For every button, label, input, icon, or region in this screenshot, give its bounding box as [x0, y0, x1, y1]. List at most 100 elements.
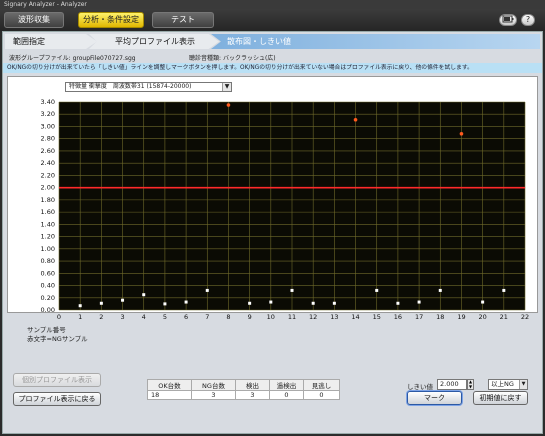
file-label: 波形グループファイル: [9, 55, 71, 62]
y-tick-label: 0.00 [41, 306, 55, 314]
x-tick-label: 21 [500, 313, 508, 321]
summary-value-row: 18 3 3 0 0 [147, 390, 340, 400]
feature-select[interactable]: 特徴量 衝撃度 周波数帯31 (15874-20000) ▼ [65, 82, 232, 92]
threshold-input[interactable]: 2.000 [437, 379, 467, 390]
sample-legend: サンプル番号 赤文字=NGサンプル [27, 326, 88, 344]
sample-number-label: サンプル番号 [27, 326, 66, 334]
x-tick-label: 9 [248, 313, 252, 321]
x-tick-label: 2 [99, 313, 103, 321]
ok-point[interactable] [417, 300, 421, 304]
y-tick-label: 2.40 [41, 159, 55, 167]
ng-legend-label: 赤文字=NGサンプル [27, 335, 88, 343]
y-tick-label: 2.20 [41, 171, 55, 179]
ok-point[interactable] [332, 301, 336, 305]
summary-value: 0 [303, 390, 340, 400]
threshold-stepper[interactable]: ▲ ▼ [467, 379, 474, 390]
top-tab-bar: 波形収集 分析・条件設定 テスト ? [0, 9, 545, 31]
x-tick-label: 16 [394, 313, 402, 321]
y-tick-label: 0.40 [41, 282, 55, 290]
y-tick-label: 1.00 [41, 245, 55, 253]
chevron-down-icon[interactable]: ▼ [468, 384, 473, 390]
chevron-down-icon[interactable]: ▼ [519, 380, 527, 389]
ok-point[interactable] [78, 304, 82, 308]
summary-header-row: OK台数 NG台数 検出 過検出 見逃し [147, 379, 340, 391]
ng-point[interactable] [459, 132, 464, 136]
sound-value: バックラッシュ(広) [222, 55, 276, 62]
back-to-profile-button[interactable]: プロファイル表示に戻る [13, 392, 101, 406]
y-tick-label: 2.80 [41, 135, 55, 143]
x-tick-label: 6 [184, 313, 188, 321]
ok-point[interactable] [290, 288, 294, 292]
tab-test[interactable]: テスト [152, 12, 214, 28]
app-window: Signary Analyzer - Analyzer 波形収集 分析・条件設定… [0, 0, 545, 436]
x-tick-label: 0 [57, 313, 61, 321]
x-tick-label: 5 [163, 313, 167, 321]
ok-point[interactable] [121, 298, 125, 302]
help-icon[interactable]: ? [521, 14, 535, 26]
y-tick-label: 0.80 [41, 257, 55, 265]
chevron-down-icon[interactable]: ▼ [222, 83, 231, 91]
summary-header: 検出 [235, 379, 270, 391]
summary-table: OK台数 NG台数 検出 過検出 見逃し 18 3 3 0 0 [147, 379, 340, 400]
battery-icon[interactable] [499, 14, 517, 26]
x-tick-label: 10 [267, 313, 275, 321]
summary-value: 3 [235, 390, 270, 400]
ok-point[interactable] [481, 300, 485, 304]
ok-point[interactable] [269, 300, 273, 304]
x-tick-label: 3 [120, 313, 124, 321]
ok-point[interactable] [205, 288, 209, 292]
main-panel: 範囲指定 平均プロファイル表示 散布図・しきい値 波形グループファイル: gro… [2, 31, 543, 434]
step-average-profile[interactable]: 平均プロファイル表示 [89, 34, 219, 49]
x-tick-label: 12 [309, 313, 317, 321]
ok-point[interactable] [311, 301, 315, 305]
file-info: 波形グループファイル: groupFile070727.sgg [9, 53, 136, 62]
x-tick-label: 20 [478, 313, 486, 321]
mark-button[interactable]: マーク [407, 391, 462, 405]
individual-profile-button[interactable]: 個別プロファイル表示 [13, 373, 101, 387]
ok-point[interactable] [163, 302, 167, 306]
ok-point[interactable] [375, 288, 379, 292]
x-tick-label: 22 [521, 313, 529, 321]
ok-point[interactable] [99, 301, 103, 305]
y-tick-label: 1.20 [41, 233, 55, 241]
y-tick-label: 1.60 [41, 208, 55, 216]
y-tick-label: 3.40 [41, 98, 55, 106]
x-tick-label: 14 [351, 313, 359, 321]
y-tick-label: 0.60 [41, 269, 55, 277]
threshold-mode-value: 以上NG [491, 380, 514, 388]
x-tick-label: 1 [78, 313, 82, 321]
summary-value: 0 [269, 390, 304, 400]
x-tick-label: 18 [436, 313, 444, 321]
reset-defaults-button[interactable]: 初期値に戻す [473, 391, 528, 405]
summary-value: 18 [147, 390, 192, 400]
x-tick-label: 4 [142, 313, 146, 321]
step-range[interactable]: 範囲指定 [5, 34, 97, 49]
ok-point[interactable] [438, 288, 442, 292]
ok-point[interactable] [248, 301, 252, 305]
x-tick-label: 8 [226, 313, 230, 321]
x-tick-label: 7 [205, 313, 209, 321]
tab-waveform-collection[interactable]: 波形収集 [4, 12, 64, 28]
ok-point[interactable] [184, 300, 188, 304]
ng-point[interactable] [353, 117, 358, 122]
scatter-chart[interactable]: 0 1 2 3 4 5 6 7 8 9 10 11 12 13 14 15 16 17 18 19 20 21 220.00… [7, 94, 535, 324]
y-tick-label: 3.00 [41, 122, 55, 130]
threshold-mode-select[interactable]: 以上NG ▼ [488, 379, 528, 390]
tab-analysis-settings[interactable]: 分析・条件設定 [78, 12, 144, 28]
ng-point[interactable] [226, 103, 231, 107]
sound-label: 聴診音種類: [189, 55, 222, 62]
summary-header: NG台数 [191, 379, 236, 391]
y-tick-label: 1.80 [41, 196, 55, 204]
feature-select-value: 特徴量 衝撃度 周波数帯31 (15874-20000) [69, 83, 192, 90]
window-title: Signary Analyzer - Analyzer [0, 0, 545, 9]
summary-header: OK台数 [147, 379, 192, 391]
step-breadcrumb: 範囲指定 平均プロファイル表示 散布図・しきい値 [5, 34, 540, 49]
ok-point[interactable] [502, 288, 506, 292]
x-tick-label: 17 [415, 313, 423, 321]
y-tick-label: 1.40 [41, 220, 55, 228]
y-tick-label: 0.20 [41, 294, 55, 302]
summary-value: 3 [191, 390, 236, 400]
summary-header: 見逃し [303, 379, 340, 391]
ok-point[interactable] [142, 293, 146, 297]
ok-point[interactable] [396, 301, 400, 305]
